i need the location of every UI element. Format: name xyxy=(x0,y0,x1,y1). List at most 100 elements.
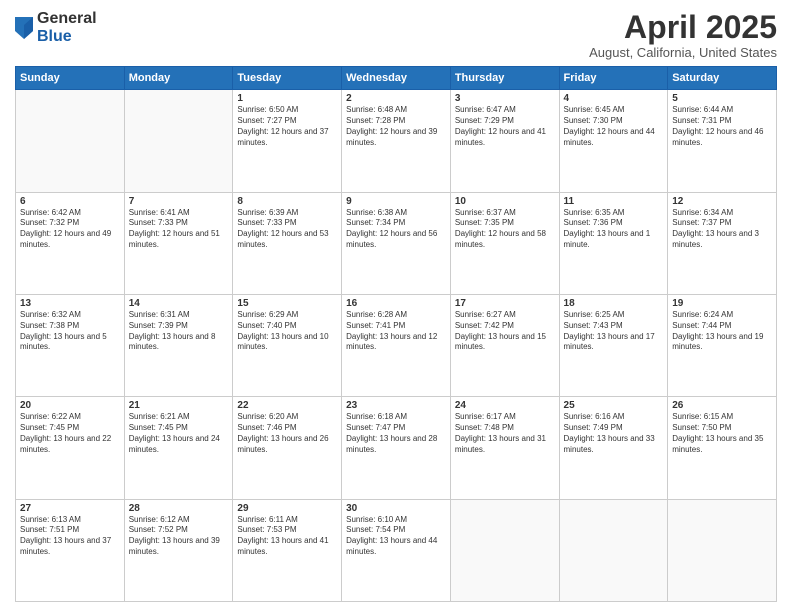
day-info: Sunrise: 6:29 AM Sunset: 7:40 PM Dayligh… xyxy=(237,310,337,353)
col-thursday: Thursday xyxy=(450,67,559,90)
day-info: Sunrise: 6:10 AM Sunset: 7:54 PM Dayligh… xyxy=(346,515,446,558)
day-info: Sunrise: 6:24 AM Sunset: 7:44 PM Dayligh… xyxy=(672,310,772,353)
day-info: Sunrise: 6:48 AM Sunset: 7:28 PM Dayligh… xyxy=(346,105,446,148)
logo-general-text: General xyxy=(37,10,97,28)
table-row: 7Sunrise: 6:41 AM Sunset: 7:33 PM Daylig… xyxy=(124,192,233,294)
table-row: 25Sunrise: 6:16 AM Sunset: 7:49 PM Dayli… xyxy=(559,397,668,499)
col-wednesday: Wednesday xyxy=(342,67,451,90)
day-info: Sunrise: 6:31 AM Sunset: 7:39 PM Dayligh… xyxy=(129,310,229,353)
table-row: 1Sunrise: 6:50 AM Sunset: 7:27 PM Daylig… xyxy=(233,90,342,192)
table-row: 8Sunrise: 6:39 AM Sunset: 7:33 PM Daylig… xyxy=(233,192,342,294)
day-info: Sunrise: 6:21 AM Sunset: 7:45 PM Dayligh… xyxy=(129,412,229,455)
day-number: 22 xyxy=(237,400,337,411)
day-number: 24 xyxy=(455,400,555,411)
day-info: Sunrise: 6:22 AM Sunset: 7:45 PM Dayligh… xyxy=(20,412,120,455)
calendar-week-row: 20Sunrise: 6:22 AM Sunset: 7:45 PM Dayli… xyxy=(16,397,777,499)
table-row xyxy=(450,499,559,601)
day-number: 11 xyxy=(564,196,664,207)
day-number: 3 xyxy=(455,93,555,104)
table-row: 19Sunrise: 6:24 AM Sunset: 7:44 PM Dayli… xyxy=(668,294,777,396)
day-number: 9 xyxy=(346,196,446,207)
table-row: 10Sunrise: 6:37 AM Sunset: 7:35 PM Dayli… xyxy=(450,192,559,294)
title-block: April 2025 August, California, United St… xyxy=(589,10,777,60)
day-number: 17 xyxy=(455,298,555,309)
table-row: 11Sunrise: 6:35 AM Sunset: 7:36 PM Dayli… xyxy=(559,192,668,294)
table-row: 21Sunrise: 6:21 AM Sunset: 7:45 PM Dayli… xyxy=(124,397,233,499)
day-info: Sunrise: 6:45 AM Sunset: 7:30 PM Dayligh… xyxy=(564,105,664,148)
day-info: Sunrise: 6:38 AM Sunset: 7:34 PM Dayligh… xyxy=(346,208,446,251)
location-title: August, California, United States xyxy=(589,45,777,60)
day-number: 21 xyxy=(129,400,229,411)
table-row: 4Sunrise: 6:45 AM Sunset: 7:30 PM Daylig… xyxy=(559,90,668,192)
day-info: Sunrise: 6:50 AM Sunset: 7:27 PM Dayligh… xyxy=(237,105,337,148)
day-info: Sunrise: 6:17 AM Sunset: 7:48 PM Dayligh… xyxy=(455,412,555,455)
calendar-week-row: 27Sunrise: 6:13 AM Sunset: 7:51 PM Dayli… xyxy=(16,499,777,601)
day-info: Sunrise: 6:15 AM Sunset: 7:50 PM Dayligh… xyxy=(672,412,772,455)
table-row: 15Sunrise: 6:29 AM Sunset: 7:40 PM Dayli… xyxy=(233,294,342,396)
table-row: 16Sunrise: 6:28 AM Sunset: 7:41 PM Dayli… xyxy=(342,294,451,396)
month-title: April 2025 xyxy=(589,10,777,45)
day-number: 1 xyxy=(237,93,337,104)
col-friday: Friday xyxy=(559,67,668,90)
calendar-week-row: 1Sunrise: 6:50 AM Sunset: 7:27 PM Daylig… xyxy=(16,90,777,192)
table-row: 22Sunrise: 6:20 AM Sunset: 7:46 PM Dayli… xyxy=(233,397,342,499)
table-row: 13Sunrise: 6:32 AM Sunset: 7:38 PM Dayli… xyxy=(16,294,125,396)
day-number: 15 xyxy=(237,298,337,309)
day-number: 23 xyxy=(346,400,446,411)
day-number: 8 xyxy=(237,196,337,207)
day-info: Sunrise: 6:47 AM Sunset: 7:29 PM Dayligh… xyxy=(455,105,555,148)
table-row: 6Sunrise: 6:42 AM Sunset: 7:32 PM Daylig… xyxy=(16,192,125,294)
col-saturday: Saturday xyxy=(668,67,777,90)
logo-icon xyxy=(15,17,33,39)
day-info: Sunrise: 6:28 AM Sunset: 7:41 PM Dayligh… xyxy=(346,310,446,353)
col-monday: Monday xyxy=(124,67,233,90)
day-number: 4 xyxy=(564,93,664,104)
table-row: 26Sunrise: 6:15 AM Sunset: 7:50 PM Dayli… xyxy=(668,397,777,499)
table-row: 2Sunrise: 6:48 AM Sunset: 7:28 PM Daylig… xyxy=(342,90,451,192)
table-row xyxy=(668,499,777,601)
day-info: Sunrise: 6:27 AM Sunset: 7:42 PM Dayligh… xyxy=(455,310,555,353)
day-number: 13 xyxy=(20,298,120,309)
day-info: Sunrise: 6:35 AM Sunset: 7:36 PM Dayligh… xyxy=(564,208,664,251)
table-row xyxy=(559,499,668,601)
page: General Blue April 2025 August, Californ… xyxy=(0,0,792,612)
table-row xyxy=(124,90,233,192)
day-info: Sunrise: 6:12 AM Sunset: 7:52 PM Dayligh… xyxy=(129,515,229,558)
day-number: 18 xyxy=(564,298,664,309)
logo-blue-text: Blue xyxy=(37,28,97,46)
header: General Blue April 2025 August, Californ… xyxy=(15,10,777,60)
day-info: Sunrise: 6:13 AM Sunset: 7:51 PM Dayligh… xyxy=(20,515,120,558)
logo: General Blue xyxy=(15,10,97,45)
day-info: Sunrise: 6:42 AM Sunset: 7:32 PM Dayligh… xyxy=(20,208,120,251)
day-info: Sunrise: 6:16 AM Sunset: 7:49 PM Dayligh… xyxy=(564,412,664,455)
calendar-table: Sunday Monday Tuesday Wednesday Thursday… xyxy=(15,66,777,602)
day-number: 12 xyxy=(672,196,772,207)
table-row: 18Sunrise: 6:25 AM Sunset: 7:43 PM Dayli… xyxy=(559,294,668,396)
day-number: 30 xyxy=(346,503,446,514)
calendar-header-row: Sunday Monday Tuesday Wednesday Thursday… xyxy=(16,67,777,90)
day-number: 20 xyxy=(20,400,120,411)
day-number: 10 xyxy=(455,196,555,207)
table-row: 29Sunrise: 6:11 AM Sunset: 7:53 PM Dayli… xyxy=(233,499,342,601)
table-row: 3Sunrise: 6:47 AM Sunset: 7:29 PM Daylig… xyxy=(450,90,559,192)
day-info: Sunrise: 6:32 AM Sunset: 7:38 PM Dayligh… xyxy=(20,310,120,353)
calendar-week-row: 13Sunrise: 6:32 AM Sunset: 7:38 PM Dayli… xyxy=(16,294,777,396)
day-info: Sunrise: 6:11 AM Sunset: 7:53 PM Dayligh… xyxy=(237,515,337,558)
table-row: 20Sunrise: 6:22 AM Sunset: 7:45 PM Dayli… xyxy=(16,397,125,499)
table-row: 24Sunrise: 6:17 AM Sunset: 7:48 PM Dayli… xyxy=(450,397,559,499)
day-info: Sunrise: 6:20 AM Sunset: 7:46 PM Dayligh… xyxy=(237,412,337,455)
day-number: 28 xyxy=(129,503,229,514)
table-row: 14Sunrise: 6:31 AM Sunset: 7:39 PM Dayli… xyxy=(124,294,233,396)
table-row: 9Sunrise: 6:38 AM Sunset: 7:34 PM Daylig… xyxy=(342,192,451,294)
day-info: Sunrise: 6:44 AM Sunset: 7:31 PM Dayligh… xyxy=(672,105,772,148)
table-row: 30Sunrise: 6:10 AM Sunset: 7:54 PM Dayli… xyxy=(342,499,451,601)
day-info: Sunrise: 6:25 AM Sunset: 7:43 PM Dayligh… xyxy=(564,310,664,353)
day-number: 2 xyxy=(346,93,446,104)
day-info: Sunrise: 6:41 AM Sunset: 7:33 PM Dayligh… xyxy=(129,208,229,251)
day-number: 14 xyxy=(129,298,229,309)
table-row: 27Sunrise: 6:13 AM Sunset: 7:51 PM Dayli… xyxy=(16,499,125,601)
day-info: Sunrise: 6:18 AM Sunset: 7:47 PM Dayligh… xyxy=(346,412,446,455)
logo-text: General Blue xyxy=(37,10,97,45)
day-number: 26 xyxy=(672,400,772,411)
table-row: 5Sunrise: 6:44 AM Sunset: 7:31 PM Daylig… xyxy=(668,90,777,192)
